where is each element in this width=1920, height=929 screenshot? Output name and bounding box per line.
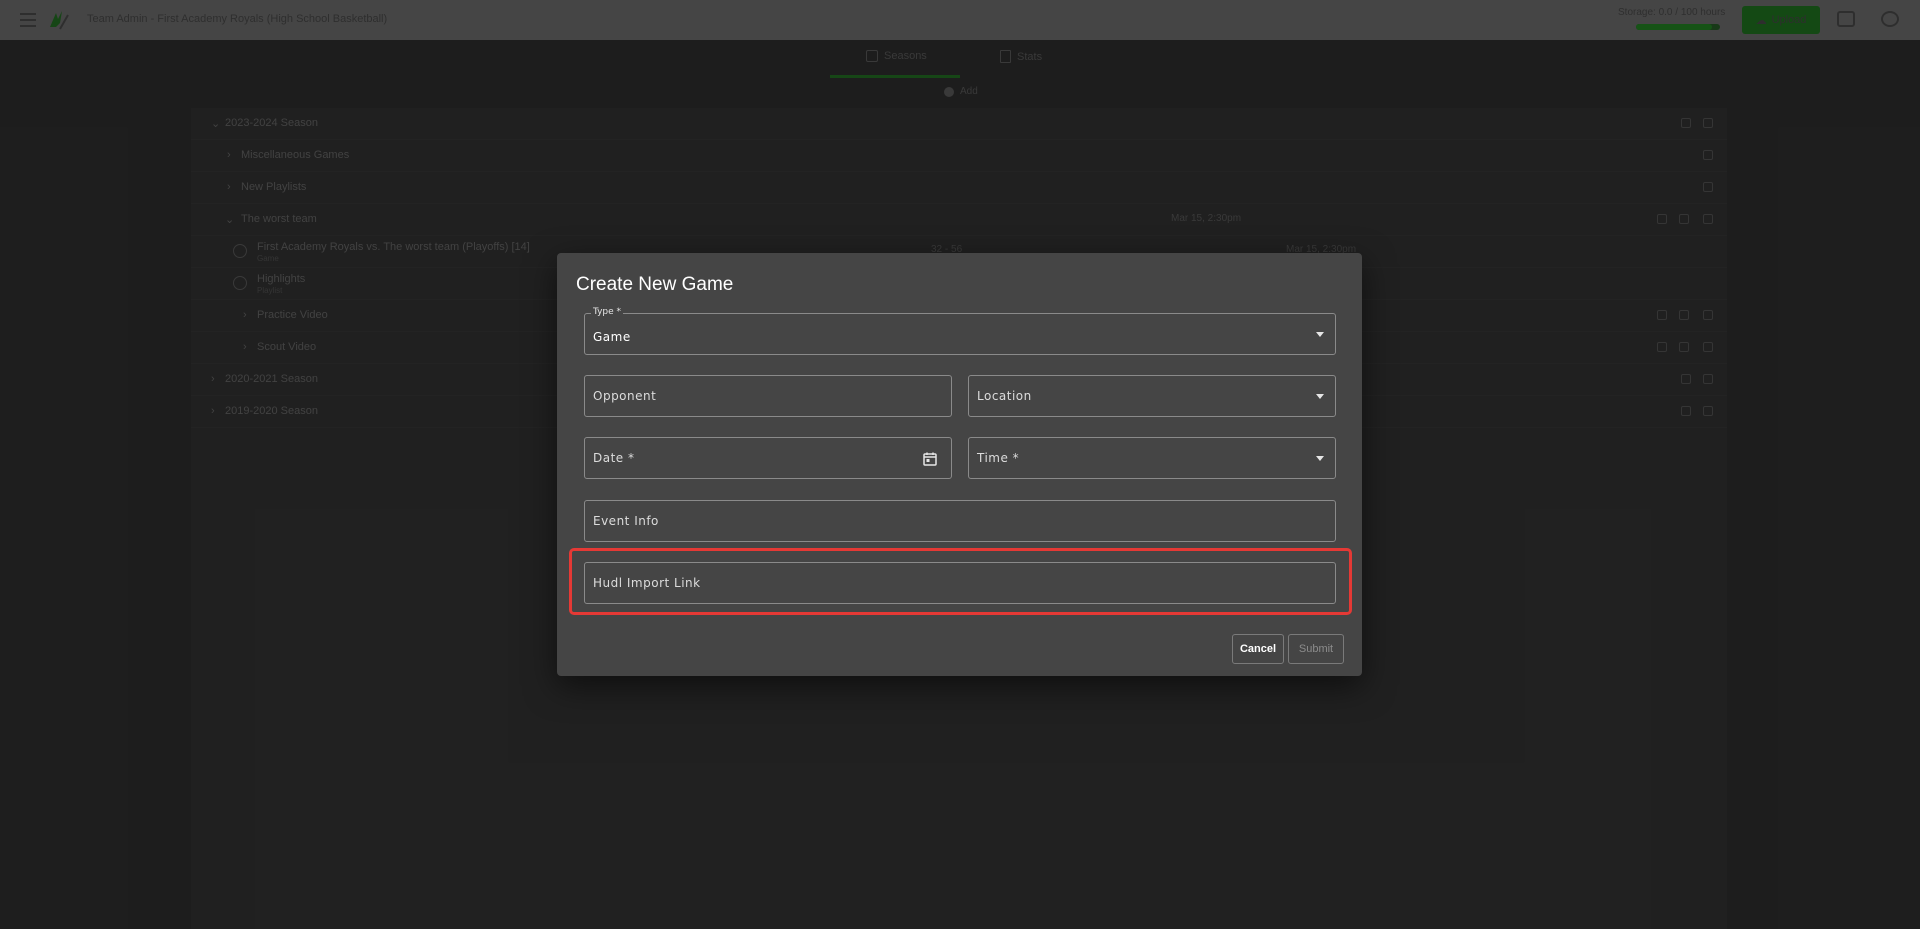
dialog-title: Create New Game [576,274,734,295]
time-select[interactable]: Time * [968,437,1336,479]
hudl-placeholder: Hudl Import Link [593,576,701,590]
type-select[interactable]: Type * Game [584,307,1336,355]
opponent-placeholder: Opponent [593,389,657,403]
location-select[interactable]: Location [968,375,1336,417]
create-game-dialog: Create New Game Type * Game Opponent Loc… [557,253,1362,676]
date-field[interactable]: Date * [584,437,952,479]
date-placeholder: Date * [593,451,635,465]
caret-down-icon [1316,332,1324,337]
submit-button[interactable]: Submit [1288,634,1344,664]
type-label: Type * [591,307,624,317]
type-value: Game [593,330,631,344]
event-info-placeholder: Event Info [593,514,659,528]
caret-down-icon [1316,456,1324,461]
calendar-icon[interactable] [923,452,937,466]
cancel-button[interactable]: Cancel [1232,634,1284,664]
hudl-import-link-field[interactable]: Hudl Import Link [584,562,1336,604]
event-info-field[interactable]: Event Info [584,500,1336,542]
caret-down-icon [1316,394,1324,399]
opponent-field[interactable]: Opponent [584,375,952,417]
time-placeholder: Time * [977,451,1020,465]
location-placeholder: Location [977,389,1032,403]
